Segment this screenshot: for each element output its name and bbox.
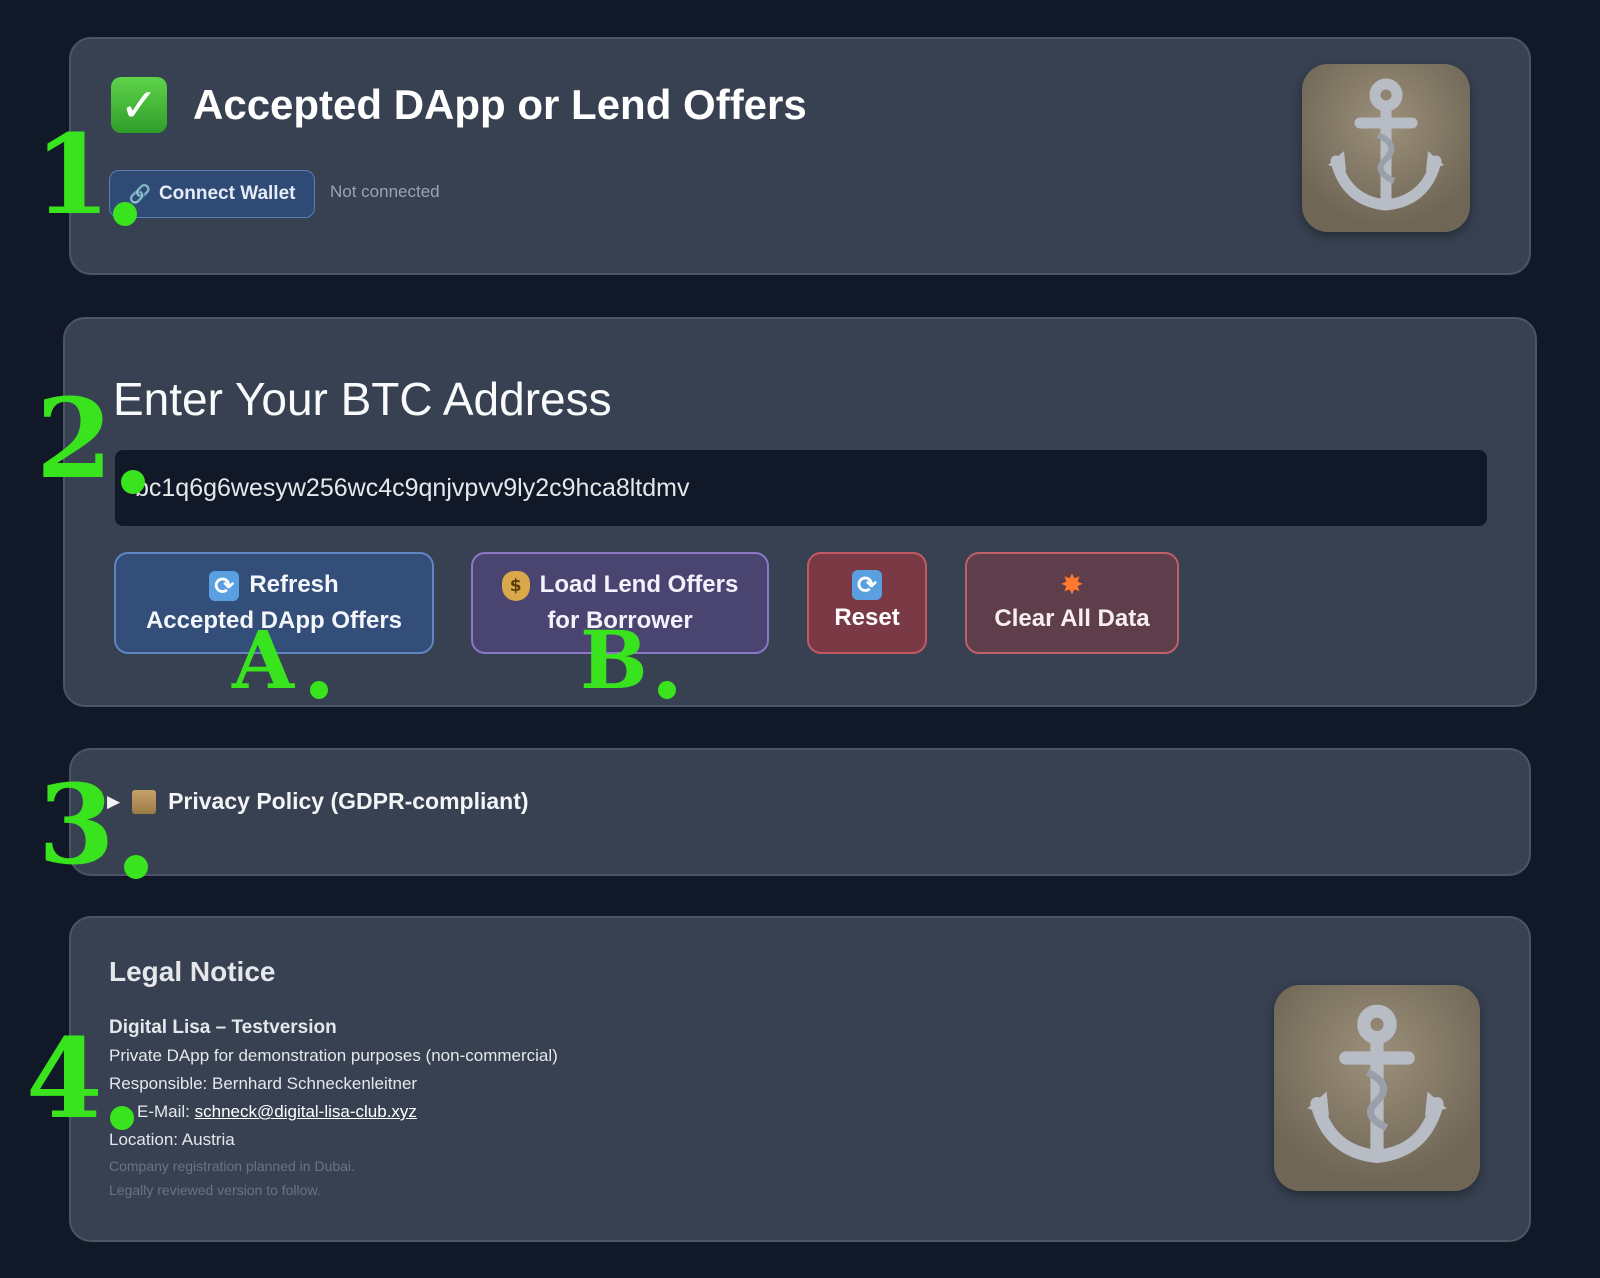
load-button-line1: Load Lend Offers xyxy=(539,571,739,598)
link-icon: 🔗 xyxy=(128,183,151,205)
btc-address-heading: Enter Your BTC Address xyxy=(113,373,612,425)
annotation-dot-2 xyxy=(121,470,145,494)
refresh-icon: ⟳ xyxy=(209,570,240,601)
legal-location: Location: Austria xyxy=(109,1130,235,1149)
annotation-dot-b xyxy=(658,681,676,699)
annotation-marker-3: 3 xyxy=(38,760,115,889)
annotation-marker-a: A xyxy=(232,613,295,707)
connection-status: Not connected xyxy=(330,182,440,201)
connect-wallet-label: Connect Wallet xyxy=(158,183,296,204)
legal-note-review: Legally reviewed version to follow. xyxy=(109,1182,321,1198)
legal-note-registration: Company registration planned in Dubai. xyxy=(109,1158,355,1174)
check-mark-icon: ✓ xyxy=(111,77,167,133)
annotation-marker-2: 2 xyxy=(36,374,113,503)
btc-address-input[interactable] xyxy=(115,450,1487,526)
privacy-policy-card: ▶ Privacy Policy (GDPR-compliant) xyxy=(69,748,1531,876)
refresh-icon: ⟳ xyxy=(852,570,882,600)
reset-button[interactable]: ⟳ Reset xyxy=(807,552,927,654)
page-title: Accepted DApp or Lend Offers xyxy=(193,81,807,128)
reset-button-label: Reset xyxy=(834,604,900,631)
legal-purpose: Private DApp for demonstration purposes … xyxy=(109,1046,558,1065)
legal-notice-heading: Legal Notice xyxy=(109,956,276,987)
legal-responsible: Responsible: Bernhard Schneckenleitner xyxy=(109,1074,418,1093)
annotation-dot-a xyxy=(310,681,328,699)
refresh-button-line1: Refresh xyxy=(249,571,339,598)
anchor-icon xyxy=(1328,78,1444,211)
legal-notice-body: Digital Lisa – Testversion Private DApp … xyxy=(109,1014,558,1202)
legal-org: Digital Lisa – Testversion xyxy=(109,1017,337,1038)
scroll-icon xyxy=(132,789,157,814)
email-link[interactable]: schneck@digital-lisa-club.xyz xyxy=(195,1102,417,1121)
anchor-icon xyxy=(1307,1004,1447,1164)
annotation-dot-3 xyxy=(124,855,148,879)
privacy-policy-label: Privacy Policy (GDPR-compliant) xyxy=(168,788,529,814)
legal-notice-card: Legal Notice Digital Lisa – Testversion … xyxy=(69,916,1531,1242)
annotation-marker-4: 4 xyxy=(26,1014,103,1143)
privacy-policy-toggle[interactable]: ▶ Privacy Policy (GDPR-compliant) xyxy=(107,788,529,815)
clear-button-label: Clear All Data xyxy=(994,605,1150,632)
legal-email-row: E-Mail: schneck@digital-lisa-club.xyz xyxy=(109,1098,558,1126)
anchor-logo xyxy=(1274,985,1480,1191)
collision-icon: ✸ xyxy=(1060,568,1084,601)
annotation-dot-4 xyxy=(110,1106,134,1130)
email-label: E-Mail: xyxy=(137,1102,190,1121)
annotation-dot-1 xyxy=(113,202,137,226)
anchor-logo xyxy=(1302,64,1470,232)
header-card: ✓ Accepted DApp or Lend Offers 🔗 Connect… xyxy=(69,37,1531,275)
connect-wallet-button[interactable]: 🔗 Connect Wallet xyxy=(109,170,315,218)
money-bag-icon: $ xyxy=(501,570,530,601)
annotation-marker-1: 1 xyxy=(34,110,111,239)
clear-all-data-button[interactable]: ✸ Clear All Data xyxy=(965,552,1179,654)
annotation-marker-b: B xyxy=(580,613,648,707)
